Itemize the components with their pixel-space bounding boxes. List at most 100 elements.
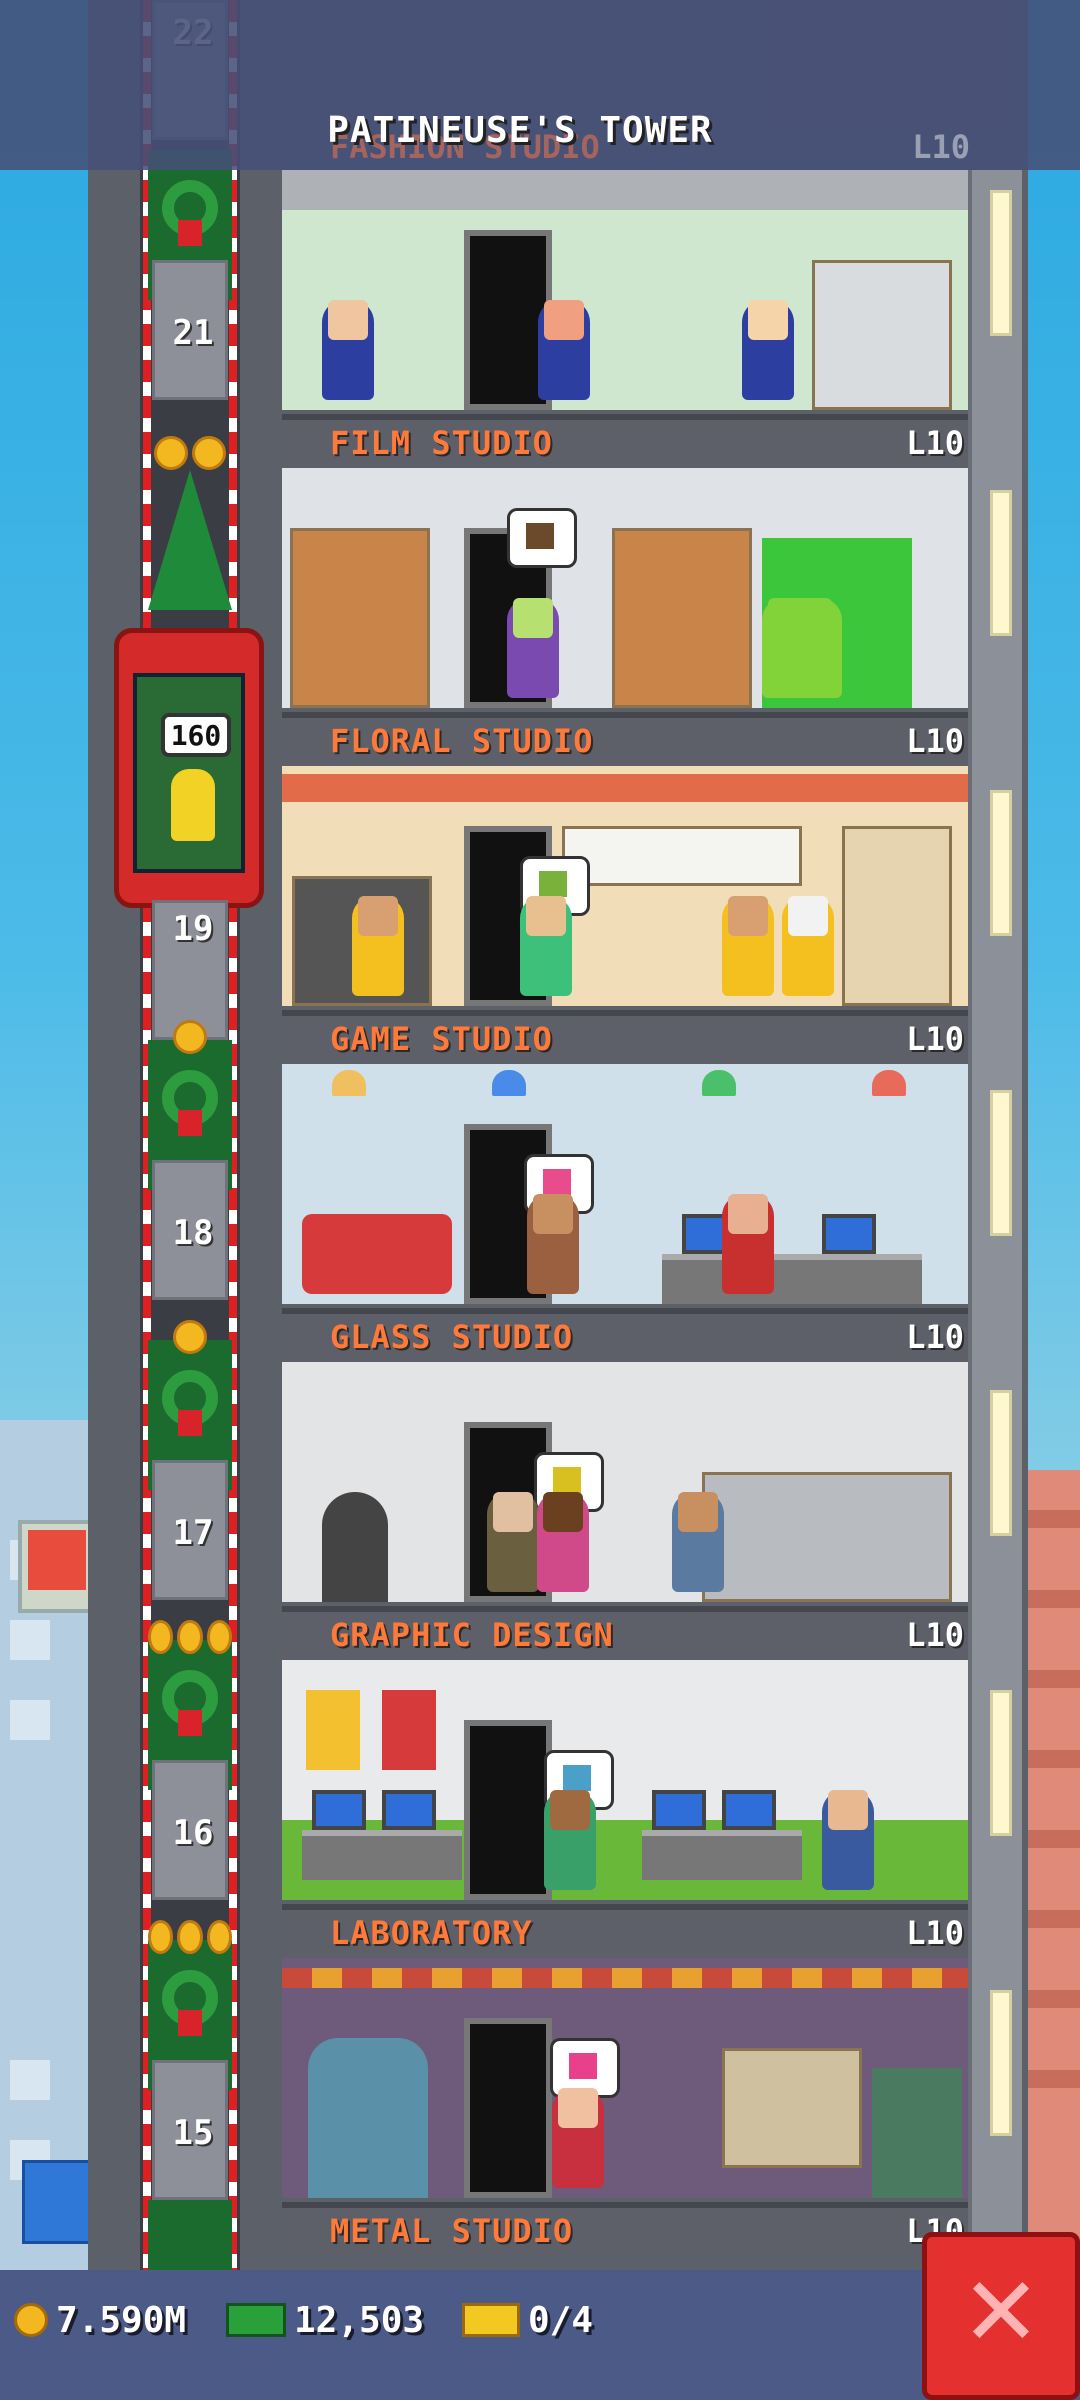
floor-label-bar: GRAPHIC DESIGN L10 (282, 1606, 968, 1660)
background-buildings-right (1020, 1470, 1080, 2270)
bee-costume-worker[interactable] (722, 896, 774, 996)
wall-light (990, 1090, 1012, 1236)
floral-room (282, 766, 968, 1006)
worker[interactable] (552, 2088, 604, 2188)
floor-number: 17 (172, 1513, 214, 1553)
elevator-floor-17[interactable]: 17 (152, 1460, 228, 1600)
floor-film-studio[interactable]: FILM STUDIO L10 (282, 170, 968, 468)
floor-number: 18 (172, 1213, 214, 1253)
resource-bar: 7.590M 12,503 0/4 (0, 2270, 1080, 2400)
floor-name: FLORAL STUDIO (330, 722, 594, 760)
flower-icon (539, 871, 567, 897)
red-couch (302, 1214, 452, 1294)
floor-level: L10 (906, 1020, 964, 1058)
worker[interactable] (672, 1492, 724, 1592)
floor-name: METAL STUDIO (330, 2212, 574, 2250)
floor-game-studio[interactable]: GAME STUDIO L10 (282, 766, 968, 1064)
floor-floral-studio[interactable]: FLORAL STUDIO L10 (282, 468, 968, 766)
worker[interactable] (507, 598, 559, 698)
computer-monitor (652, 1790, 706, 1830)
floor-number: 16 (172, 1813, 214, 1853)
tickets-stat[interactable]: 0/4 (462, 2290, 593, 2350)
computer-monitor (312, 1790, 366, 1830)
floor-graphic-design[interactable]: GRAPHIC DESIGN L10 (282, 1362, 968, 1660)
coins-stat[interactable]: 7.590M (14, 2290, 186, 2350)
bux-stat[interactable]: 12,503 (226, 2290, 424, 2350)
potion-icon (569, 2053, 597, 2079)
star-icon (154, 436, 188, 470)
ceiling-lamp (332, 1070, 366, 1096)
glass-room (282, 1362, 968, 1602)
worker[interactable] (322, 300, 374, 400)
tower-title: PATINEUSE'S TOWER (327, 110, 713, 151)
top-floor-level-partial: L10 (912, 128, 970, 166)
wall-light (990, 1390, 1012, 1536)
bee-costume-worker[interactable] (782, 896, 834, 996)
elevator-rider[interactable] (171, 769, 215, 841)
star-icon (177, 1920, 203, 1954)
wooden-doors (612, 528, 752, 708)
floor-laboratory[interactable]: LABORATORY L10 (282, 1660, 968, 1958)
title-bar: FASHION STUDIO L10 PATINEUSE'S TOWER (0, 0, 1080, 170)
design-icon (563, 1765, 591, 1791)
worker[interactable] (822, 1790, 874, 1890)
floor-name: GLASS STUDIO (330, 1318, 574, 1356)
poster (306, 1690, 360, 1770)
star-icon (148, 1620, 174, 1654)
elevator-floor-19[interactable]: 19 (152, 900, 228, 1040)
floor-label-bar: METAL STUDIO L10 (282, 2202, 968, 2256)
star-icon (173, 1020, 207, 1054)
wooden-doors (290, 528, 430, 708)
floor-door (464, 2018, 552, 2198)
poster (382, 1690, 436, 1770)
floor-glass-studio[interactable]: GLASS STUDIO L10 (282, 1064, 968, 1362)
game-icon (543, 1169, 571, 1195)
desk (302, 1830, 462, 1880)
worker[interactable] (537, 1492, 589, 1592)
floor-level: L10 (906, 424, 964, 462)
worker[interactable] (742, 300, 794, 400)
fries-billboard (18, 1520, 96, 1613)
wreath-decoration (148, 2200, 232, 2270)
wall-light (990, 1690, 1012, 1836)
worker[interactable] (487, 1492, 539, 1592)
floor-label-bar: FLORAL STUDIO L10 (282, 712, 968, 766)
floor-label-bar: FILM STUDIO L10 (282, 414, 968, 468)
ceiling-lamp (702, 1070, 736, 1096)
elevator-floor-16[interactable]: 16 (152, 1760, 228, 1900)
elevator-floor-21[interactable]: 21 (152, 260, 228, 400)
lab-tank (308, 2038, 428, 2198)
elevator-capacity-badge: 160 (161, 713, 231, 757)
elevator-floor-15[interactable]: 15 (152, 2060, 228, 2200)
wall-light (990, 790, 1012, 936)
dino-costume-worker[interactable] (762, 598, 842, 698)
worker[interactable] (544, 1790, 596, 1890)
floor-metal-studio[interactable]: METAL STUDIO L10 (282, 1958, 968, 2256)
pirate-worker[interactable] (722, 1194, 774, 1294)
elevator-car[interactable]: 160 (114, 628, 264, 908)
film-room (282, 468, 968, 708)
desk (662, 1254, 922, 1304)
glassware-shelf (702, 1472, 952, 1602)
elevator-floor-18[interactable]: 18 (152, 1160, 228, 1300)
floor-level: L10 (906, 722, 964, 760)
graphic-design-room (282, 1660, 968, 1900)
worker[interactable] (527, 1194, 579, 1294)
close-button[interactable]: ✕ (922, 2232, 1080, 2400)
fashion-room (282, 170, 968, 410)
worker[interactable] (520, 896, 572, 996)
ceiling-lamp (492, 1070, 526, 1096)
film-icon (526, 523, 554, 549)
floor-number: 21 (172, 313, 214, 353)
floor-number: 19 (172, 909, 214, 949)
worker[interactable] (538, 300, 590, 400)
bee-costume-worker[interactable] (352, 896, 404, 996)
coin-icon (14, 2303, 48, 2337)
golden-ticket-icon (462, 2303, 520, 2337)
wall-light (990, 190, 1012, 336)
speech-bubble[interactable] (507, 508, 577, 568)
floor-name: LABORATORY (330, 1914, 533, 1952)
floor-name: GAME STUDIO (330, 1020, 553, 1058)
wall-light (990, 490, 1012, 636)
vase-shelf (842, 826, 952, 1006)
